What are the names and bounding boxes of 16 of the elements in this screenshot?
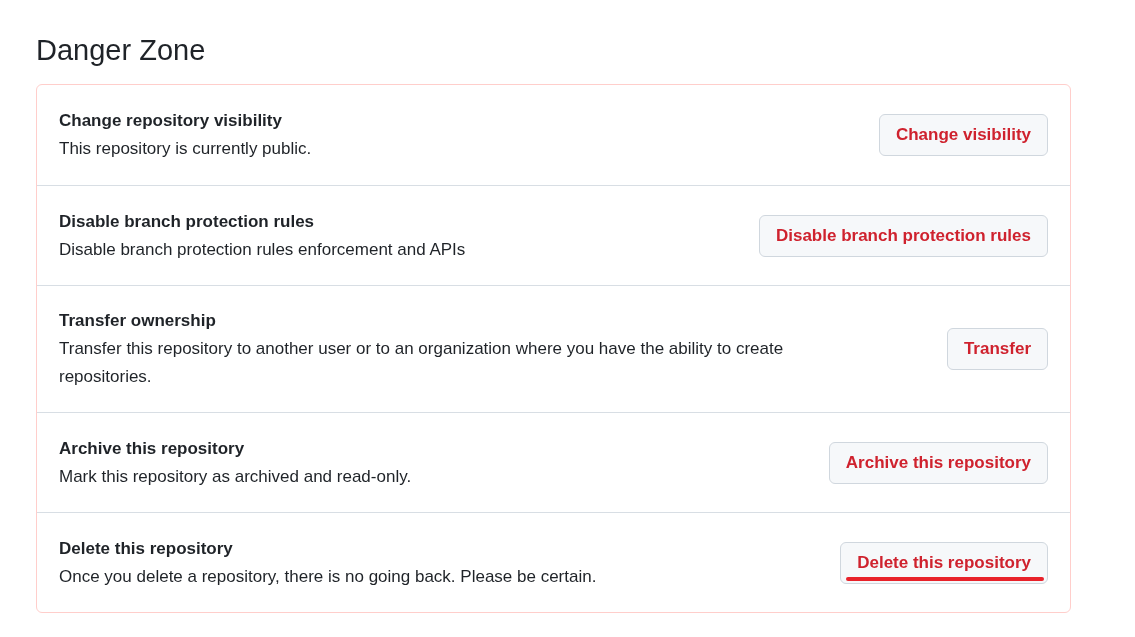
danger-button[interactable]: Change visibility xyxy=(878,114,1048,156)
setting-title: Transfer ownership xyxy=(59,310,217,332)
section-heading: Danger Zone xyxy=(36,33,207,68)
setting-description: Once you delete a repository, there is no going back. Please be certain. xyxy=(59,565,597,588)
setting-description: Transfer this repository to another user or to an organization where you have the ability to create repositories. xyxy=(59,338,785,388)
setting-title: Change repository visibility xyxy=(59,110,283,132)
setting-description: Disable branch protection rules enforcement and APIs xyxy=(59,238,466,261)
danger-button[interactable]: Delete this repository xyxy=(840,541,1048,584)
setting-description: This repository is currently public. xyxy=(59,138,312,160)
setting-title: Disable branch protection rules xyxy=(59,210,316,233)
danger-button[interactable]: Transfer xyxy=(946,328,1048,370)
danger-button[interactable]: Archive this repository xyxy=(828,441,1048,484)
danger-button[interactable]: Disable branch protection rules xyxy=(758,214,1048,257)
setting-title: Archive this repository xyxy=(59,437,246,460)
setting-description: Mark this repository as archived and read-only. xyxy=(59,465,412,488)
setting-title: Delete this repository xyxy=(59,537,234,560)
